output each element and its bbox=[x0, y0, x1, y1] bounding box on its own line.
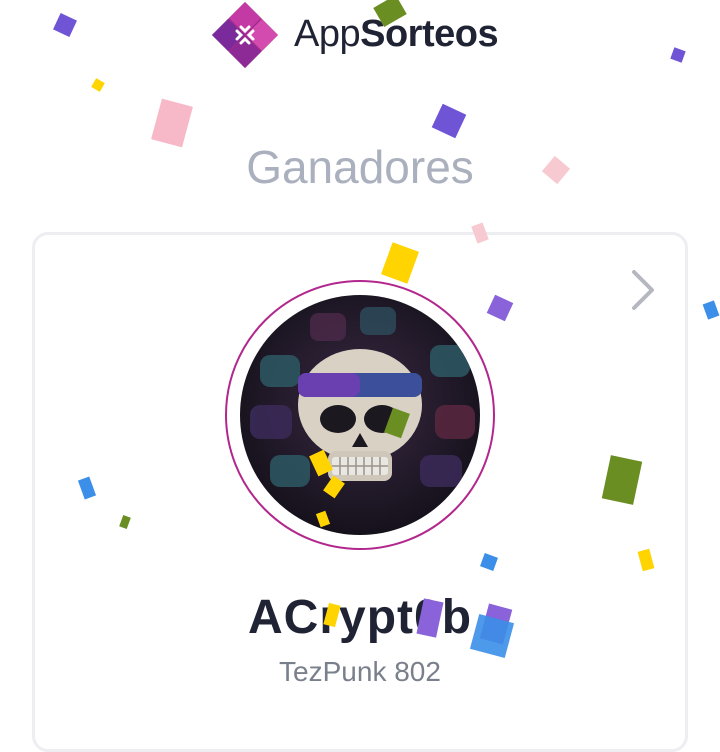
app-header: AppSorteos bbox=[0, 0, 720, 70]
winner-name: ACrypt0b bbox=[247, 591, 473, 644]
page-title: Ganadores bbox=[246, 141, 474, 193]
winner-avatar bbox=[240, 295, 480, 535]
brand-prefix: App bbox=[294, 13, 361, 55]
appsorteos-logo-icon bbox=[212, 2, 278, 68]
next-winner-button[interactable] bbox=[620, 268, 664, 312]
brand-name: AppSorteos bbox=[294, 8, 499, 60]
chevron-right-icon bbox=[632, 270, 654, 310]
brand-suffix: Sorteos bbox=[360, 13, 499, 55]
winner-subtitle: TezPunk 802 bbox=[279, 656, 441, 687]
